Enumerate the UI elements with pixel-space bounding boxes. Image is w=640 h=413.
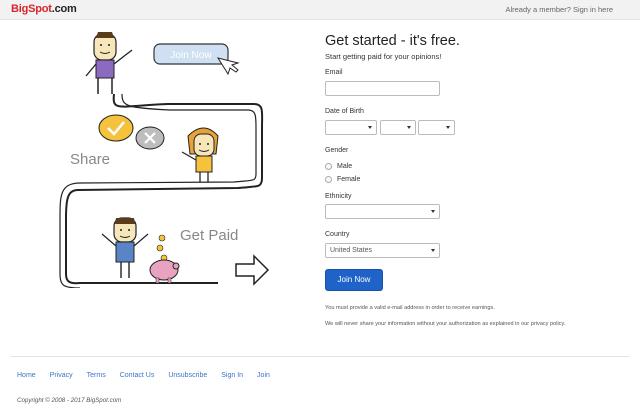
chevron-down-icon [446, 126, 450, 129]
gender-label: Gender [325, 147, 349, 154]
footer-nav: Home Privacy Terms Contact Us Unsubscrib… [17, 372, 284, 379]
chevron-down-icon [407, 126, 411, 129]
date-of-birth-label: Date of Birth [325, 108, 364, 115]
person-join-figure [85, 32, 133, 94]
birth-year-select[interactable] [418, 120, 455, 135]
ethnicity-select[interactable] [325, 204, 440, 219]
gender-female-option[interactable]: Female [325, 176, 360, 183]
email-requirement-note: You must provide a valid e-mail address … [325, 305, 495, 311]
top-bar: BigSpot.com Already a member? Sign in he… [0, 0, 640, 20]
how-it-works-illustration: Join Now Share Get Paid [59, 32, 270, 288]
sign-in-link[interactable]: Already a member? Sign in here [505, 5, 613, 14]
female-radio[interactable] [325, 176, 332, 183]
get-paid-label: Get Paid [180, 227, 238, 244]
chat-bubbles [98, 114, 165, 150]
bigspot-logo[interactable]: BigSpot.com [11, 3, 77, 15]
footer-divider [10, 356, 630, 357]
copyright-text: Copyright © 2008 - 2017 BigSpot.com [17, 397, 122, 404]
join-now-sketch-label: Join Now [170, 50, 212, 61]
footer-link-unsubscribe[interactable]: Unsubscribe [168, 372, 207, 379]
form-subtitle: Start getting paid for your opinions! [325, 52, 442, 61]
email-field[interactable] [325, 81, 440, 96]
birth-day-select[interactable] [380, 120, 416, 135]
footer-link-terms[interactable]: Terms [87, 372, 106, 379]
birth-month-select[interactable] [325, 120, 377, 135]
country-value: United States [330, 247, 373, 254]
footer-link-join[interactable]: Join [257, 372, 270, 379]
footer-link-home[interactable]: Home [17, 372, 36, 379]
logo-domain: .com [51, 3, 77, 15]
coins [156, 234, 168, 262]
piggy-bank-icon [149, 259, 180, 284]
logo-name: BigSpot [11, 3, 52, 15]
join-now-sketch-button: Join Now [153, 43, 240, 76]
footer-link-sign-in[interactable]: Sign In [221, 372, 243, 379]
country-select[interactable]: United States [325, 243, 440, 258]
signup-form: Get started - it's free. Start getting p… [325, 32, 585, 327]
country-label: Country [325, 231, 350, 238]
female-label: Female [337, 176, 361, 183]
form-title: Get started - it's free. [325, 33, 460, 49]
arrow-right-icon [235, 254, 270, 286]
chevron-down-icon [431, 249, 435, 252]
path-line-outer [59, 93, 257, 288]
email-label: Email [325, 69, 343, 76]
privacy-note: We will never share your information wit… [325, 321, 566, 327]
chevron-down-icon [368, 126, 372, 129]
male-label: Male [337, 163, 353, 170]
person-paid-figure [101, 217, 149, 278]
ethnicity-label: Ethnicity [325, 193, 352, 200]
gender-male-option[interactable]: Male [325, 163, 352, 170]
male-radio[interactable] [325, 163, 332, 170]
join-now-button[interactable]: Join Now [325, 269, 383, 291]
chevron-down-icon [431, 210, 435, 213]
footer-link-privacy[interactable]: Privacy [50, 372, 73, 379]
person-share-figure [181, 127, 219, 182]
footer-link-contact-us[interactable]: Contact Us [120, 372, 155, 379]
share-label: Share [70, 151, 110, 168]
